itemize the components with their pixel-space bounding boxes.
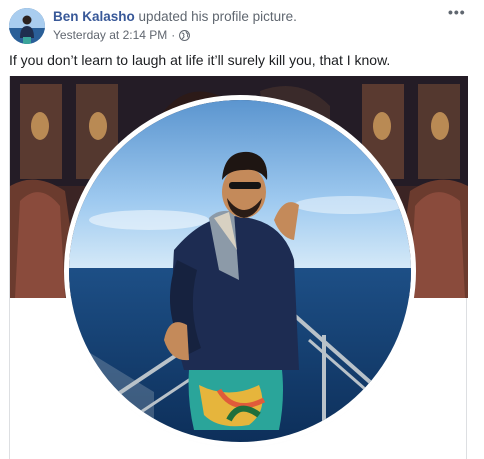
profile-picture[interactable] — [69, 100, 411, 442]
more-options-icon[interactable]: ••• — [448, 4, 466, 20]
post-meta: Yesterday at 2:14 PM · — [53, 28, 191, 42]
meta-separator: · — [171, 28, 176, 42]
post-status-text: If you don’t learn to laugh at life it’l… — [9, 52, 391, 68]
author-avatar[interactable] — [9, 8, 45, 44]
globe-icon[interactable] — [179, 29, 191, 41]
post-action-text: updated his profile picture. — [138, 9, 297, 24]
author-name-link[interactable]: Ben Kalasho — [53, 9, 135, 24]
post-header-line: Ben Kalasho updated his profile picture. — [53, 9, 297, 24]
post-timestamp[interactable]: Yesterday at 2:14 PM — [53, 28, 167, 42]
post-media[interactable] — [9, 76, 468, 459]
feed-post: Ben Kalasho updated his profile picture.… — [0, 0, 484, 459]
